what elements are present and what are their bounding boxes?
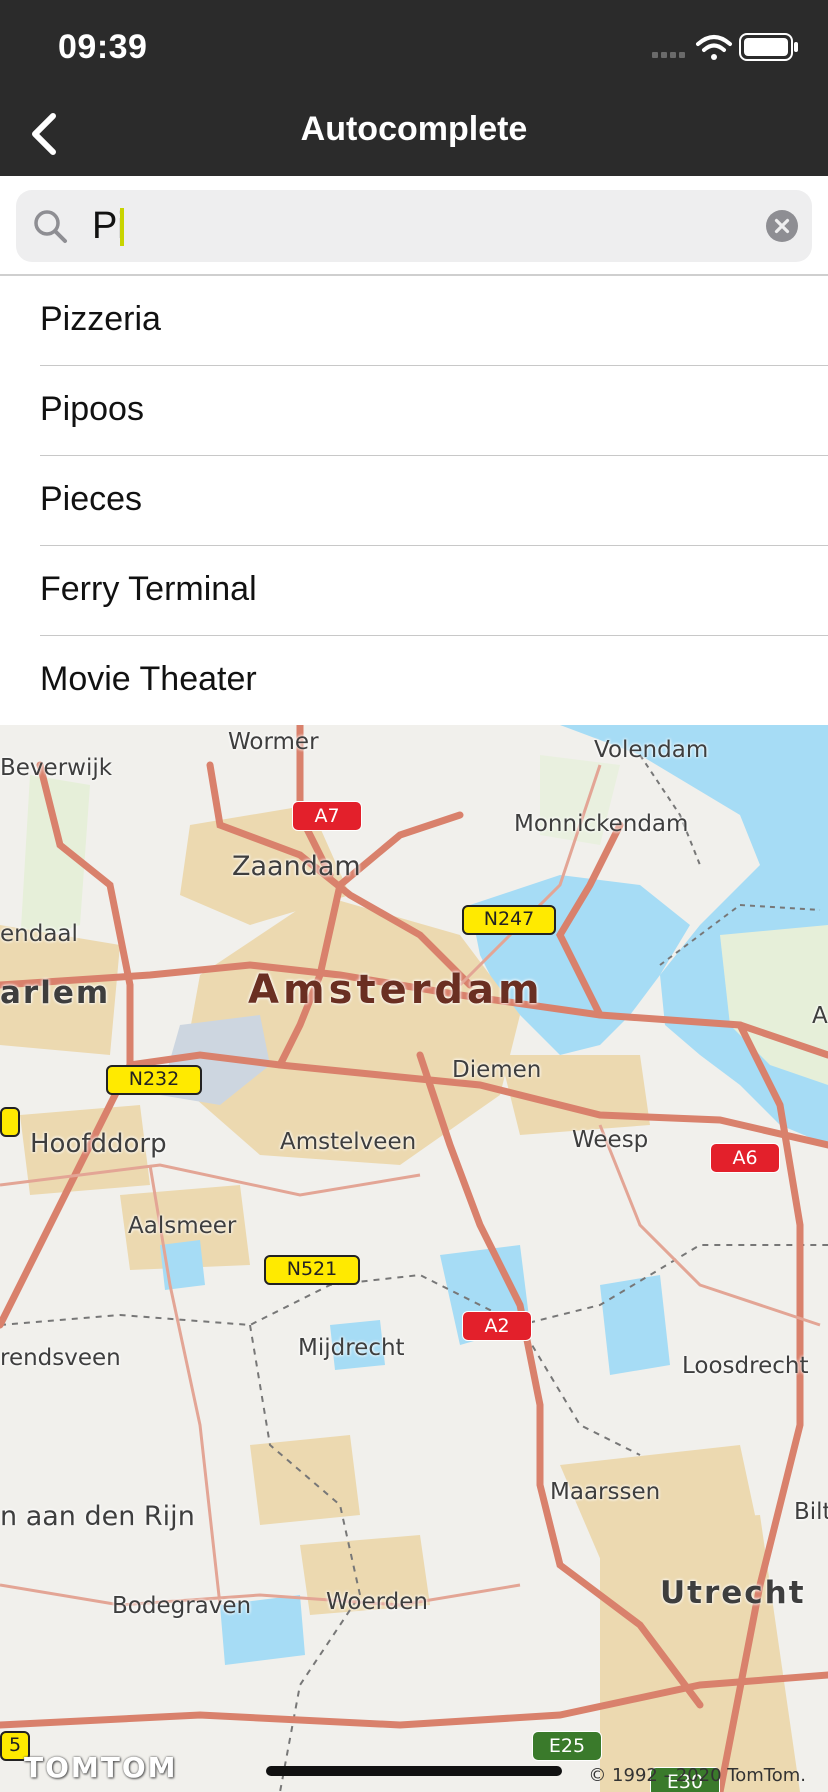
map-label-a-edge: A xyxy=(812,1003,828,1029)
map-label-aalsmeer: Aalsmeer xyxy=(128,1213,237,1239)
map-label-weesp: Weesp xyxy=(572,1127,649,1153)
urban-mijdrecht xyxy=(250,1435,360,1525)
search-icon xyxy=(34,210,67,243)
road-shield-a6: A6 xyxy=(710,1143,780,1173)
signal-icon xyxy=(652,52,685,58)
navigation-bar: Autocomplete xyxy=(0,96,828,176)
map-label-woerden: Woerden xyxy=(326,1589,428,1615)
home-indicator xyxy=(266,1766,562,1776)
map-view[interactable]: Wormer Volendam Beverwijk Monnickendam Z… xyxy=(0,725,828,1792)
map-label-zaandam: Zaandam xyxy=(232,851,361,882)
search-input[interactable] xyxy=(92,200,732,252)
road-shield-a7: A7 xyxy=(292,801,362,831)
result-label: Ferry Terminal xyxy=(40,570,257,608)
map-label-amstelveen: Amstelveen xyxy=(280,1129,417,1155)
autocomplete-results: Pizzeria Pipoos Pieces Ferry Terminal Mo… xyxy=(0,276,828,726)
map-canvas xyxy=(0,725,828,1792)
result-label: Movie Theater xyxy=(40,660,257,698)
clear-circle-icon[interactable] xyxy=(766,210,798,242)
battery-icon xyxy=(739,33,798,61)
result-item[interactable]: Pizzeria xyxy=(0,276,828,366)
map-label-monnickendam: Monnickendam xyxy=(514,811,689,837)
status-time: 09:39 xyxy=(58,28,148,66)
map-label-endaal: endaal xyxy=(0,921,78,947)
map-label-arlem: arlem xyxy=(0,975,111,1011)
status-icons xyxy=(652,33,798,61)
map-label-wormer: Wormer xyxy=(228,729,319,755)
map-label-volendam: Volendam xyxy=(594,737,709,763)
result-label: Pieces xyxy=(40,480,143,518)
map-label-loosdrecht: Loosdrecht xyxy=(682,1353,809,1379)
map-label-bodegraven: Bodegraven xyxy=(112,1593,252,1619)
map-label-aan-den-rijn: n aan den Rijn xyxy=(0,1501,195,1532)
result-item[interactable]: Ferry Terminal xyxy=(0,546,828,636)
tomtom-logo: TOMTOM xyxy=(24,1751,178,1784)
search-bar xyxy=(0,176,828,276)
road-shield-n247: N247 xyxy=(462,905,556,935)
map-label-diemen: Diemen xyxy=(452,1057,542,1083)
result-item[interactable]: Pieces xyxy=(0,456,828,546)
road-shield-e25: E25 xyxy=(532,1731,602,1761)
map-label-amsterdam: Amsterdam xyxy=(248,967,544,1013)
status-bar: 09:39 xyxy=(0,0,828,96)
map-label-hoofddorp: Hoofddorp xyxy=(30,1129,167,1159)
road-shield-n232: N232 xyxy=(106,1065,202,1095)
road-shield-n521: N521 xyxy=(264,1255,360,1285)
map-label-bilt: Bilt xyxy=(794,1499,828,1525)
result-label: Pizzeria xyxy=(40,300,161,338)
result-item[interactable]: Pipoos xyxy=(0,366,828,456)
result-label: Pipoos xyxy=(40,390,144,428)
map-label-mijdrecht: Mijdrecht xyxy=(298,1335,405,1361)
map-label-beverwijk: Beverwijk xyxy=(0,755,113,781)
map-label-rendsveen: rendsveen xyxy=(0,1345,121,1371)
search-box[interactable] xyxy=(16,190,812,262)
wifi-icon xyxy=(696,35,732,60)
road-shield-edge-yellow xyxy=(0,1107,20,1137)
text-caret xyxy=(120,208,124,246)
road-shield-a2: A2 xyxy=(462,1311,532,1341)
map-copyright: © 1992 - 2020 TomTom. xyxy=(588,1765,806,1786)
result-item[interactable]: Movie Theater xyxy=(0,636,828,726)
map-label-maarssen: Maarssen xyxy=(550,1479,661,1505)
page-title: Autocomplete xyxy=(300,110,528,148)
map-label-utrecht: Utrecht xyxy=(660,1575,806,1611)
